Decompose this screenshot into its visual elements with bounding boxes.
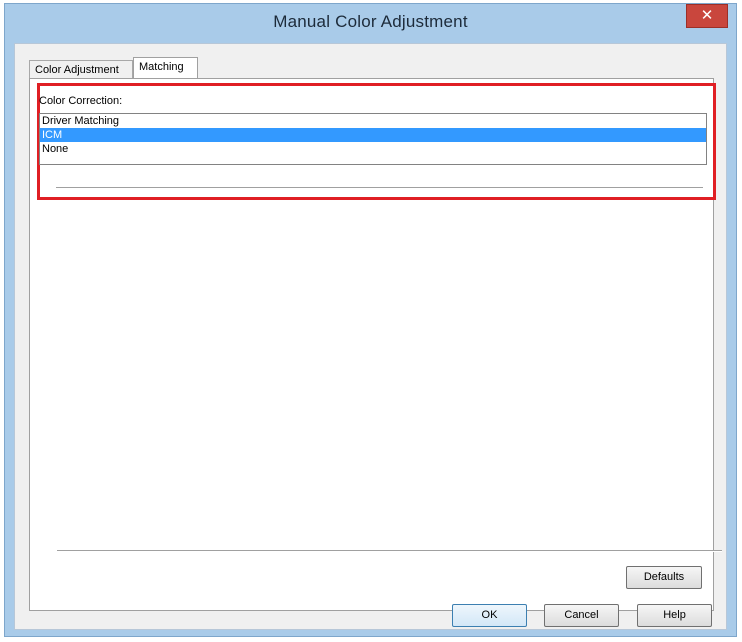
tab-color-adjustment[interactable]: Color Adjustment xyxy=(29,60,133,79)
separator xyxy=(57,550,722,552)
matching-tab-panel: Color Correction: Driver Matching ICM No… xyxy=(29,78,722,611)
help-button[interactable]: Help xyxy=(637,604,712,627)
ok-button[interactable]: OK xyxy=(452,604,527,627)
defaults-button[interactable]: Defaults xyxy=(626,566,702,589)
close-button[interactable]: ✕ xyxy=(686,4,728,28)
window-title: Manual Color Adjustment xyxy=(273,12,468,31)
tab-matching[interactable]: Matching xyxy=(133,57,198,79)
dialog-window: Manual Color Adjustment ✕ Color Adjustme… xyxy=(4,3,737,637)
dialog-client-area: Color Adjustment Matching Color Correcti… xyxy=(14,43,727,630)
list-item-none[interactable]: None xyxy=(40,142,706,156)
cancel-button[interactable]: Cancel xyxy=(544,604,619,627)
separator xyxy=(56,187,703,189)
color-correction-label: Color Correction: xyxy=(39,95,123,107)
color-correction-listbox[interactable]: Driver Matching ICM None xyxy=(39,113,707,165)
close-icon: ✕ xyxy=(700,7,714,24)
list-item-driver-matching[interactable]: Driver Matching xyxy=(40,114,706,128)
list-item-icm[interactable]: ICM xyxy=(40,128,706,142)
